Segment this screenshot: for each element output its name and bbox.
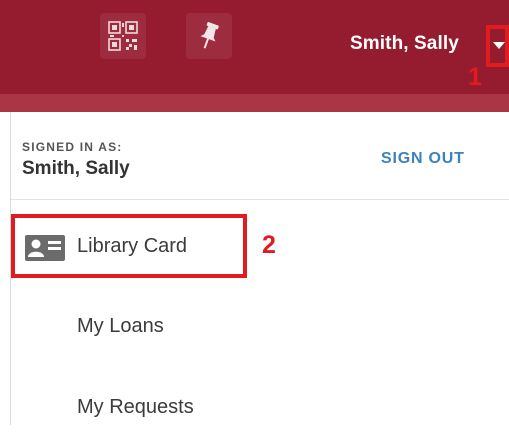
header-accent-band (0, 94, 509, 112)
signed-in-label: SIGNED IN AS: (22, 140, 123, 154)
callout-box-2 (11, 214, 247, 278)
pushpin-icon (200, 22, 219, 49)
qr-code-icon (108, 21, 138, 51)
step-number-2: 2 (262, 231, 276, 259)
header-user-name[interactable]: Smith, Sally (350, 33, 459, 55)
callout-box-1 (486, 25, 509, 67)
top-header-bar: Smith, Sally (0, 0, 509, 94)
menu-item-label: My Requests (77, 396, 194, 418)
pin-button[interactable] (186, 13, 232, 59)
qr-code-button[interactable] (100, 13, 146, 59)
panel-divider (11, 199, 509, 200)
sign-out-link[interactable]: SIGN OUT (381, 150, 465, 168)
menu-item-label: My Loans (77, 315, 164, 337)
signed-in-user-name: Smith, Sally (22, 158, 130, 179)
menu-item-my-requests[interactable]: My Requests (11, 384, 411, 434)
step-number-1: 1 (468, 63, 482, 91)
menu-item-my-loans[interactable]: My Loans (11, 303, 411, 353)
